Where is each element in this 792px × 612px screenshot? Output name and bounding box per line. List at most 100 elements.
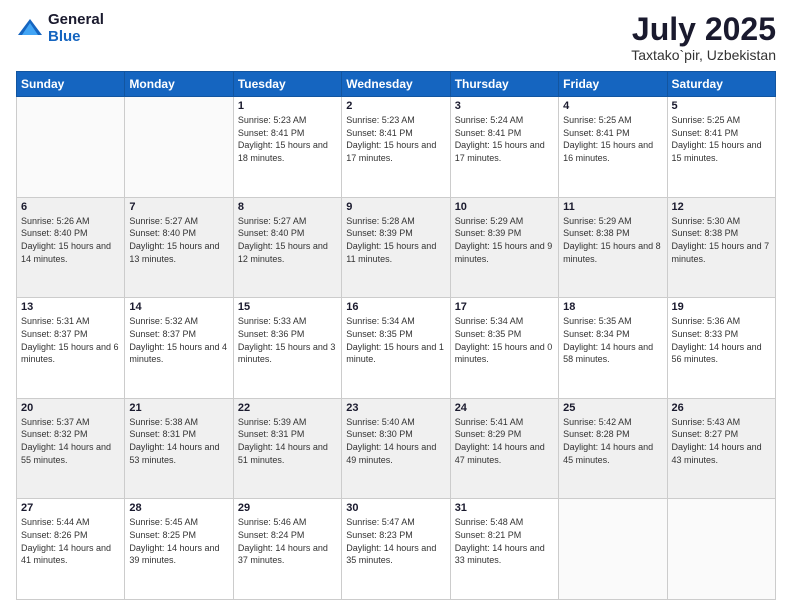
- calendar-cell: [125, 97, 233, 198]
- day-header-thursday: Thursday: [450, 72, 558, 97]
- day-info: Sunrise: 5:48 AMSunset: 8:21 PMDaylight:…: [455, 516, 554, 566]
- day-info: Sunrise: 5:38 AMSunset: 8:31 PMDaylight:…: [129, 416, 228, 466]
- calendar-cell: [559, 499, 667, 600]
- day-info: Sunrise: 5:23 AMSunset: 8:41 PMDaylight:…: [346, 114, 445, 164]
- day-info: Sunrise: 5:29 AMSunset: 8:39 PMDaylight:…: [455, 215, 554, 265]
- day-info: Sunrise: 5:44 AMSunset: 8:26 PMDaylight:…: [21, 516, 120, 566]
- day-info: Sunrise: 5:39 AMSunset: 8:31 PMDaylight:…: [238, 416, 337, 466]
- calendar-cell: 18 Sunrise: 5:35 AMSunset: 8:34 PMDayligh…: [559, 298, 667, 399]
- calendar-cell: 4 Sunrise: 5:25 AMSunset: 8:41 PMDaylight…: [559, 97, 667, 198]
- logo: General Blue: [16, 12, 104, 45]
- calendar-cell: 30 Sunrise: 5:47 AMSunset: 8:23 PMDayligh…: [342, 499, 450, 600]
- day-info: Sunrise: 5:41 AMSunset: 8:29 PMDaylight:…: [455, 416, 554, 466]
- day-info: Sunrise: 5:43 AMSunset: 8:27 PMDaylight:…: [672, 416, 771, 466]
- day-info: Sunrise: 5:34 AMSunset: 8:35 PMDaylight:…: [346, 315, 445, 365]
- calendar-cell: 29Sunrise: 5:46 AMSunset: 8:24 PMDayligh…: [233, 499, 341, 600]
- day-number: 20: [21, 402, 120, 414]
- logo-text: General Blue: [48, 12, 104, 45]
- calendar-cell: 11 Sunrise: 5:29 AMSunset: 8:38 PMDayligh…: [559, 197, 667, 298]
- day-number: 17: [455, 301, 554, 313]
- day-info: Sunrise: 5:47 AMSunset: 8:23 PMDaylight:…: [346, 516, 445, 566]
- day-number: 23: [346, 402, 445, 414]
- day-number: 16: [346, 301, 445, 313]
- day-info: Sunrise: 5:46 AMSunset: 8:24 PMDaylight:…: [238, 516, 337, 566]
- calendar-cell: 13Sunrise: 5:31 AMSunset: 8:37 PMDayligh…: [17, 298, 125, 399]
- day-number: 6: [21, 201, 120, 213]
- header: General Blue July 2025 Taxtako`pir, Uzbe…: [16, 12, 776, 63]
- calendar-cell: 16 Sunrise: 5:34 AMSunset: 8:35 PMDayligh…: [342, 298, 450, 399]
- calendar-cell: [17, 97, 125, 198]
- calendar-cell: 23 Sunrise: 5:40 AMSunset: 8:30 PMDayligh…: [342, 398, 450, 499]
- calendar-cell: 21 Sunrise: 5:38 AMSunset: 8:31 PMDayligh…: [125, 398, 233, 499]
- day-info: Sunrise: 5:25 AMSunset: 8:41 PMDaylight:…: [563, 114, 662, 164]
- day-info: Sunrise: 5:40 AMSunset: 8:30 PMDaylight:…: [346, 416, 445, 466]
- day-info: Sunrise: 5:36 AMSunset: 8:33 PMDaylight:…: [672, 315, 771, 365]
- calendar-cell: 1 Sunrise: 5:23 AMSunset: 8:41 PMDaylight…: [233, 97, 341, 198]
- day-number: 28: [129, 502, 228, 514]
- day-number: 5: [672, 100, 771, 112]
- day-info: Sunrise: 5:27 AMSunset: 8:40 PMDaylight:…: [238, 215, 337, 265]
- day-header-saturday: Saturday: [667, 72, 775, 97]
- page: General Blue July 2025 Taxtako`pir, Uzbe…: [0, 0, 792, 612]
- day-info: Sunrise: 5:30 AMSunset: 8:38 PMDaylight:…: [672, 215, 771, 265]
- calendar-cell: 8 Sunrise: 5:27 AMSunset: 8:40 PMDaylight…: [233, 197, 341, 298]
- day-number: 11: [563, 201, 662, 213]
- day-number: 4: [563, 100, 662, 112]
- day-number: 1: [238, 100, 337, 112]
- day-header-sunday: Sunday: [17, 72, 125, 97]
- day-number: 26: [672, 402, 771, 414]
- calendar-cell: 12 Sunrise: 5:30 AMSunset: 8:38 PMDayligh…: [667, 197, 775, 298]
- month-title: July 2025: [631, 12, 776, 47]
- day-number: 27: [21, 502, 120, 514]
- day-info: Sunrise: 5:23 AMSunset: 8:41 PMDaylight:…: [238, 114, 337, 164]
- day-number: 3: [455, 100, 554, 112]
- day-info: Sunrise: 5:35 AMSunset: 8:34 PMDaylight:…: [563, 315, 662, 365]
- day-number: 13: [21, 301, 120, 313]
- day-info: Sunrise: 5:24 AMSunset: 8:41 PMDaylight:…: [455, 114, 554, 164]
- subtitle: Taxtako`pir, Uzbekistan: [631, 47, 776, 63]
- day-number: 21: [129, 402, 228, 414]
- logo-blue: Blue: [48, 29, 104, 46]
- day-info: Sunrise: 5:26 AMSunset: 8:40 PMDaylight:…: [21, 215, 120, 265]
- calendar-cell: 10 Sunrise: 5:29 AMSunset: 8:39 PMDayligh…: [450, 197, 558, 298]
- day-number: 22: [238, 402, 337, 414]
- day-info: Sunrise: 5:34 AMSunset: 8:35 PMDaylight:…: [455, 315, 554, 365]
- logo-icon: [16, 15, 44, 43]
- calendar-cell: 19Sunrise: 5:36 AMSunset: 8:33 PMDayligh…: [667, 298, 775, 399]
- calendar-cell: 22 Sunrise: 5:39 AMSunset: 8:31 PMDayligh…: [233, 398, 341, 499]
- day-info: Sunrise: 5:33 AMSunset: 8:36 PMDaylight:…: [238, 315, 337, 365]
- day-info: Sunrise: 5:42 AMSunset: 8:28 PMDaylight:…: [563, 416, 662, 466]
- day-info: Sunrise: 5:28 AMSunset: 8:39 PMDaylight:…: [346, 215, 445, 265]
- title-block: July 2025 Taxtako`pir, Uzbekistan: [631, 12, 776, 63]
- day-number: 2: [346, 100, 445, 112]
- day-header-tuesday: Tuesday: [233, 72, 341, 97]
- day-number: 25: [563, 402, 662, 414]
- day-info: Sunrise: 5:37 AMSunset: 8:32 PMDaylight:…: [21, 416, 120, 466]
- day-number: 31: [455, 502, 554, 514]
- calendar-cell: 20 Sunrise: 5:37 AMSunset: 8:32 PMDayligh…: [17, 398, 125, 499]
- day-number: 8: [238, 201, 337, 213]
- day-number: 9: [346, 201, 445, 213]
- day-number: 14: [129, 301, 228, 313]
- day-number: 30: [346, 502, 445, 514]
- calendar-cell: 28Sunrise: 5:45 AMSunset: 8:25 PMDayligh…: [125, 499, 233, 600]
- calendar-cell: 6 Sunrise: 5:26 AMSunset: 8:40 PMDaylight…: [17, 197, 125, 298]
- calendar-cell: 14Sunrise: 5:32 AMSunset: 8:37 PMDayligh…: [125, 298, 233, 399]
- calendar-cell: 27 Sunrise: 5:44 AMSunset: 8:26 PMDayligh…: [17, 499, 125, 600]
- day-number: 15: [238, 301, 337, 313]
- day-number: 24: [455, 402, 554, 414]
- day-info: Sunrise: 5:27 AMSunset: 8:40 PMDaylight:…: [129, 215, 228, 265]
- day-info: Sunrise: 5:29 AMSunset: 8:38 PMDaylight:…: [563, 215, 662, 265]
- day-number: 12: [672, 201, 771, 213]
- day-header-monday: Monday: [125, 72, 233, 97]
- day-number: 18: [563, 301, 662, 313]
- calendar-cell: 5Sunrise: 5:25 AMSunset: 8:41 PMDaylight…: [667, 97, 775, 198]
- day-number: 10: [455, 201, 554, 213]
- calendar-cell: 2 Sunrise: 5:23 AMSunset: 8:41 PMDaylight…: [342, 97, 450, 198]
- calendar-cell: [667, 499, 775, 600]
- calendar-cell: 17 Sunrise: 5:34 AMSunset: 8:35 PMDayligh…: [450, 298, 558, 399]
- day-number: 7: [129, 201, 228, 213]
- logo-general: General: [48, 12, 104, 29]
- calendar-cell: 26 Sunrise: 5:43 AMSunset: 8:27 PMDayligh…: [667, 398, 775, 499]
- calendar-cell: 25 Sunrise: 5:42 AMSunset: 8:28 PMDayligh…: [559, 398, 667, 499]
